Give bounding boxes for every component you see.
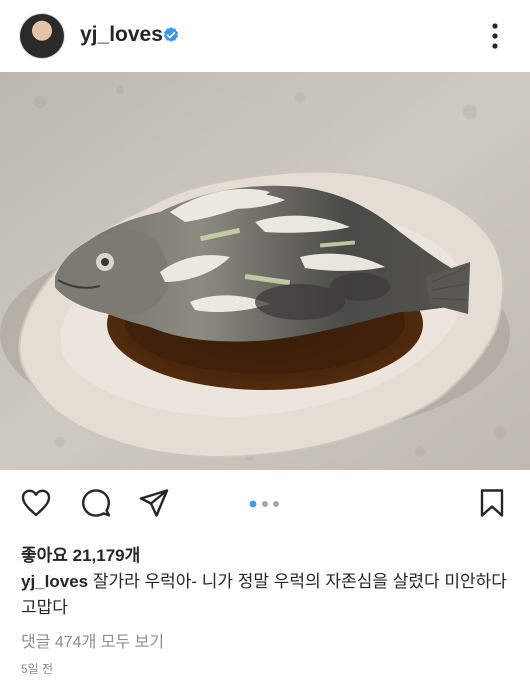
more-options-icon[interactable]	[480, 18, 510, 54]
steamed-fish-image	[0, 72, 530, 470]
carousel-indicator	[249, 500, 279, 508]
likes-count[interactable]: 좋아요 21,179개	[21, 541, 140, 566]
post-actions	[0, 470, 530, 532]
verified-badge-icon	[163, 27, 179, 42]
comment-bubble-icon[interactable]	[80, 487, 112, 519]
post-caption: yj_loves 잘가라 우럭아- 니가 정말 우럭의 자존심을 살렸다 미안하…	[21, 569, 516, 621]
post-timestamp: 5일 전	[21, 662, 54, 676]
post-photo[interactable]	[0, 72, 530, 470]
carousel-dot	[262, 501, 268, 507]
caption-text: 잘가라 우럭아- 니가 정말 우럭의 자존심을 살렸다 미안하다 고맙다	[21, 572, 507, 617]
save-bookmark-icon[interactable]	[476, 487, 508, 519]
view-all-comments-link[interactable]: 댓글 474개 모두 보기	[21, 628, 164, 652]
post-username[interactable]: yj_loves	[80, 23, 163, 47]
carousel-dot-active	[249, 500, 257, 508]
carousel-dot	[273, 501, 279, 507]
post-header: yj_loves	[0, 0, 530, 72]
avatar[interactable]	[20, 14, 64, 58]
like-heart-icon[interactable]	[20, 487, 52, 519]
share-paper-plane-icon[interactable]	[138, 487, 170, 519]
caption-username[interactable]: yj_loves	[21, 572, 88, 591]
